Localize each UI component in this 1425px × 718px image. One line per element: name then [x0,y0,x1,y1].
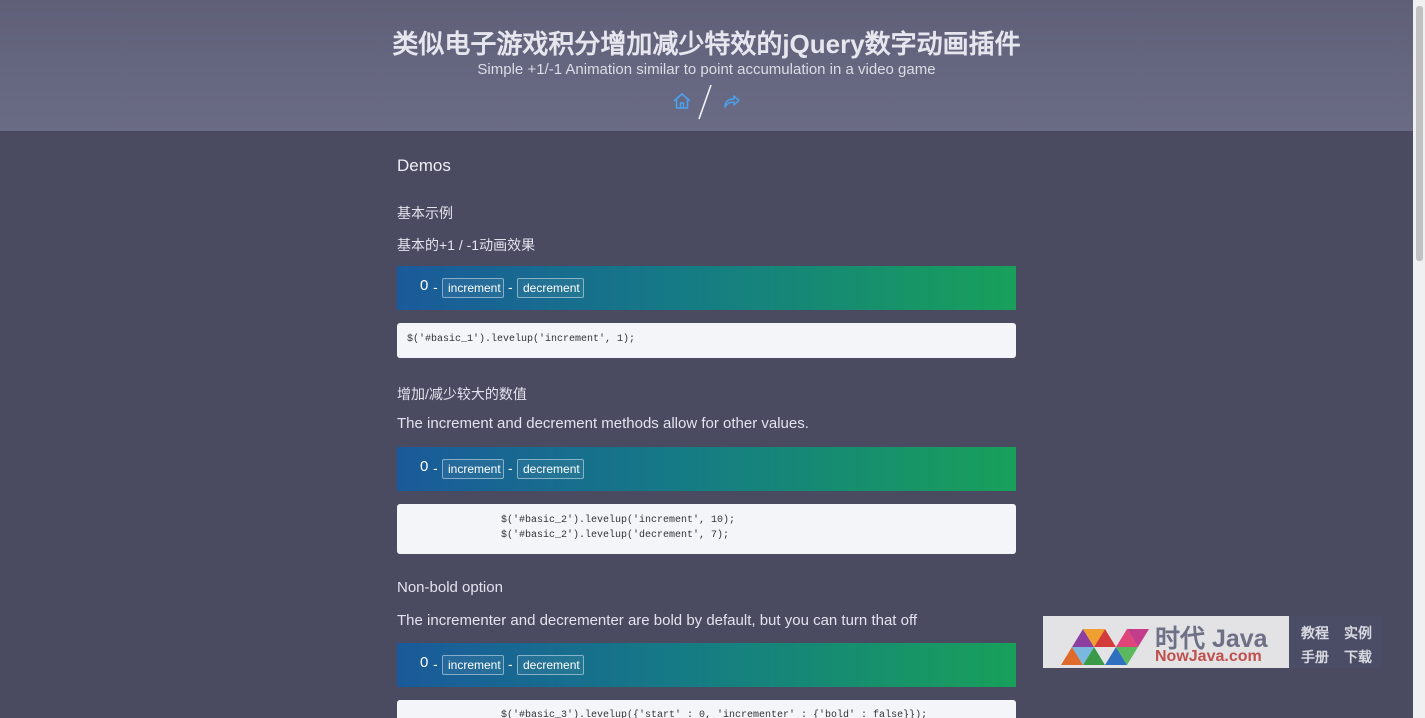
code-line: $('#basic_3').levelup({'start' : 0, 'inc… [501,710,928,718]
section1-heading: 基本示例 [397,205,453,221]
nav-divider [698,84,712,120]
watermark-tag: 手册 [1301,649,1329,665]
decrement-button[interactable]: decrement [517,459,584,479]
home-icon[interactable] [672,91,692,111]
counter-value: 0 [420,458,429,475]
section3-description: The incrementer and decrementer are bold… [397,612,918,629]
code-line: $('#basic_2').levelup('increment', 10); [501,515,736,526]
watermark-tag: 教程 [1301,625,1329,641]
watermark-tag: 下载 [1344,649,1372,665]
decrement-button[interactable]: decrement [517,278,584,298]
counter-value: 0 [420,277,429,294]
separator: - [508,279,513,295]
share-icon[interactable] [722,92,740,110]
section1-subheading: 基本的+1 / -1动画效果 [397,237,536,253]
separator: - [433,279,438,295]
increment-button[interactable]: increment [442,655,504,675]
logo-triangles-icon [1061,629,1149,665]
increment-button[interactable]: increment [442,459,504,479]
demos-heading: Demos [397,156,451,175]
page-title: 类似电子游戏积分增加减少特效的jQuery数字动画插件 [392,29,1021,59]
page-header: 类似电子游戏积分增加减少特效的jQuery数字动画插件 Simple +1/-1… [0,0,1413,131]
header-nav [0,84,1413,120]
page-scrollbar[interactable] [1413,0,1425,718]
watermark-banner[interactable]: 时代 Java NowJava.com 教程 实例 手册 下载 [1043,616,1382,668]
separator: - [508,656,513,672]
demo-box-basic-2: 0 - increment - decrement [397,447,1016,491]
separator: - [433,656,438,672]
separator: - [508,460,513,476]
code-block-basic-1: $('#basic_1').levelup('increment', 1); [397,323,1016,358]
code-line: $('#basic_1').levelup('increment', 1); [407,334,636,345]
code-block-basic-3: $('#basic_3').levelup({'start' : 0, 'inc… [397,700,1016,718]
section2-description: The increment and decrement methods allo… [397,415,809,432]
code-block-basic-2: $('#basic_2').levelup('increment', 10); … [397,504,1016,554]
scrollbar-thumb[interactable] [1416,6,1423,261]
demo-box-basic-3: 0 - increment - decrement [397,643,1016,687]
watermark-tags: 教程 实例 手册 下载 [1289,616,1382,668]
separator: - [433,460,438,476]
code-line: $('#basic_2').levelup('decrement', 7); [501,530,730,541]
section3-heading: Non-bold option [397,579,503,596]
demo-box-basic-1: 0 - increment - decrement [397,266,1016,310]
decrement-button[interactable]: decrement [517,655,584,675]
page-subtitle: Simple +1/-1 Animation similar to point … [477,61,936,78]
increment-button[interactable]: increment [442,278,504,298]
watermark-url: NowJava.com [1155,648,1262,665]
section2-heading: 增加/减少较大的数值 [397,386,527,402]
watermark-tag: 实例 [1344,625,1372,641]
counter-value: 0 [420,654,429,671]
